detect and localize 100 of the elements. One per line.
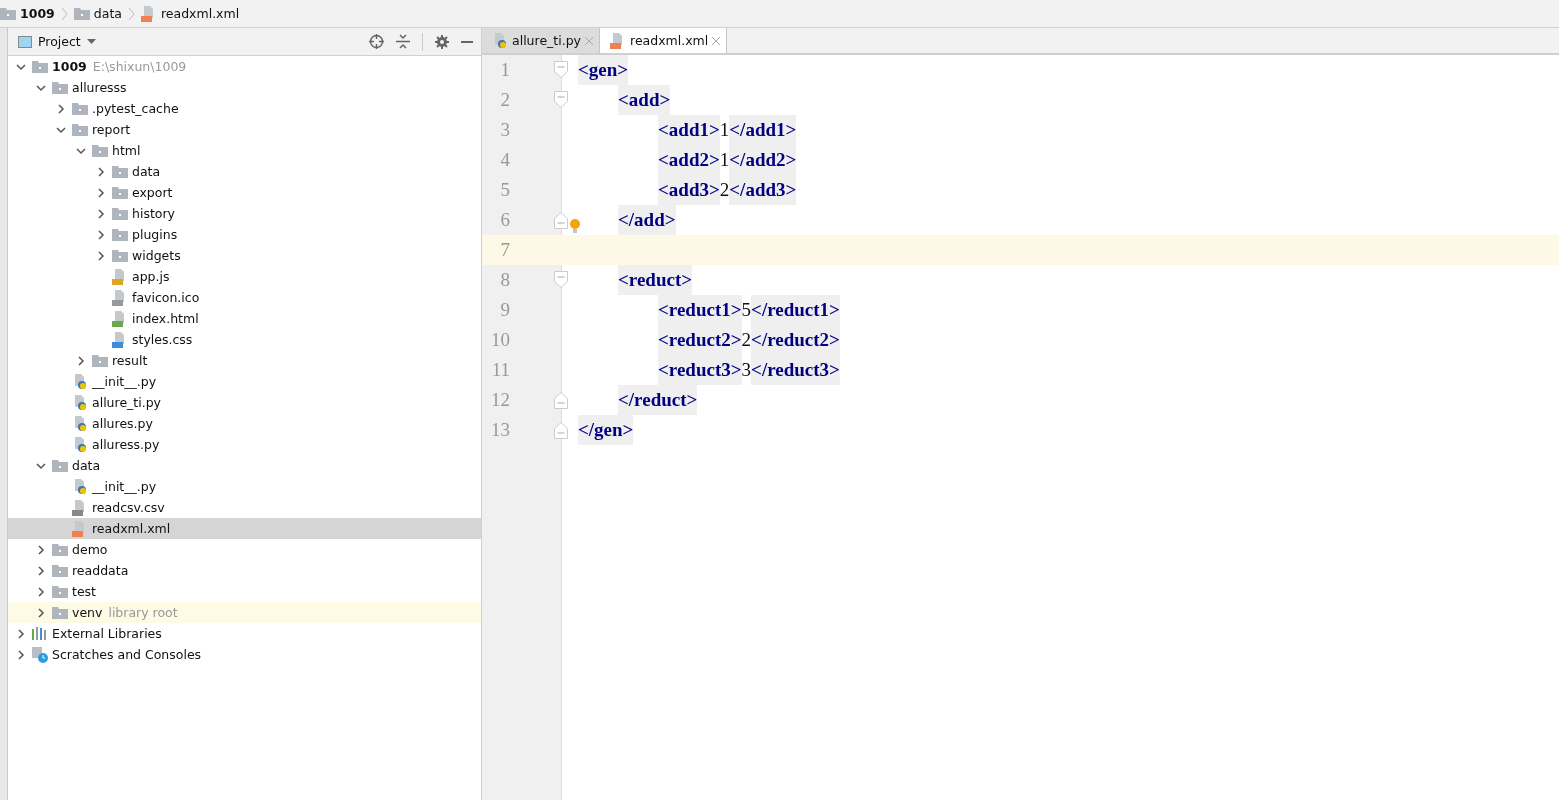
tree-item[interactable]: history (8, 203, 481, 224)
tree-item[interactable]: __init__.py (8, 476, 481, 497)
line-number: 1 (499, 59, 510, 81)
chevron-right-icon[interactable] (96, 166, 106, 177)
tree-item[interactable]: __init__.py (8, 371, 481, 392)
project-view-dropdown[interactable]: Project (18, 34, 96, 49)
chevron-right-icon[interactable] (96, 250, 106, 261)
line-number: 12 (490, 389, 510, 411)
folder-icon (112, 165, 128, 178)
chevron-right-icon[interactable] (96, 208, 106, 219)
xml-tag: </reduct> (618, 385, 698, 415)
folder-icon (72, 123, 88, 136)
tree-item[interactable]: data (8, 455, 481, 476)
chevron-right-icon[interactable] (36, 586, 46, 597)
tree-item[interactable]: widgets (8, 245, 481, 266)
tree-item[interactable]: readcsv.csv (8, 497, 481, 518)
chevron-down-icon[interactable] (76, 145, 86, 156)
chevron-icon (60, 6, 68, 21)
file-icon (72, 373, 88, 390)
chevron-right-icon[interactable] (36, 565, 46, 576)
tree-item[interactable]: styles.css (8, 329, 481, 350)
locate-icon[interactable] (369, 34, 384, 49)
xml-value: 1 (719, 148, 730, 172)
library-icon (32, 627, 48, 640)
folder-icon (52, 81, 68, 94)
xml-value: 2 (741, 328, 752, 352)
folder-icon (52, 585, 68, 598)
chevron-down-icon[interactable] (36, 82, 46, 93)
collapse-icon[interactable] (396, 34, 410, 49)
file-icon (72, 436, 88, 453)
folder-icon (112, 207, 128, 220)
chevron-right-icon[interactable] (56, 103, 66, 114)
tree-item[interactable]: app.js (8, 266, 481, 287)
tree-item[interactable]: demo (8, 539, 481, 560)
tree-item[interactable]: allures.py (8, 413, 481, 434)
folder-icon (52, 459, 68, 472)
xml-tag: </add2> (729, 145, 797, 175)
tree-item[interactable]: index.html (8, 308, 481, 329)
xml-tag: <add> (618, 85, 671, 115)
breadcrumb-item[interactable]: 1009 (0, 6, 55, 21)
chevron-icon (127, 6, 135, 21)
chevron-right-icon[interactable] (96, 187, 106, 198)
xml-value: 3 (741, 358, 752, 382)
tree-item[interactable]: test (8, 581, 481, 602)
tree-item[interactable]: export (8, 182, 481, 203)
window-icon (18, 35, 32, 48)
tree-item[interactable]: allure_ti.py (8, 392, 481, 413)
folder-icon (112, 249, 128, 262)
xml-tag: <add2> (658, 145, 720, 175)
settings-icon[interactable] (435, 34, 449, 49)
folder-icon (32, 60, 48, 73)
xml-tag: <add1> (658, 115, 720, 145)
tree-item[interactable]: result (8, 350, 481, 371)
tree-item[interactable]: External Libraries (8, 623, 481, 644)
scratches-icon (32, 646, 48, 663)
tree-item[interactable]: readdata (8, 560, 481, 581)
chevron-down-icon[interactable] (36, 460, 46, 471)
line-number: 8 (499, 269, 510, 291)
xml-value: 2 (719, 178, 730, 202)
editor-tab[interactable]: readxml.xml (600, 28, 728, 53)
editor-tab[interactable]: allure_ti.py (482, 28, 600, 53)
line-number: 2 (499, 89, 510, 111)
folder-icon (112, 228, 128, 241)
tree-item[interactable]: .pytest_cache (8, 98, 481, 119)
chevron-down-icon[interactable] (16, 61, 26, 72)
tree-item[interactable]: report (8, 119, 481, 140)
folder-icon (0, 7, 16, 20)
xml-tag: <reduct3> (658, 355, 742, 385)
line-number: 7 (499, 239, 510, 261)
breadcrumb-item[interactable]: readxml.xml (140, 5, 240, 22)
xml-tag: </reduct1> (751, 295, 840, 325)
line-number: 5 (499, 179, 510, 201)
xml-tag: </add3> (729, 175, 797, 205)
tree-item[interactable]: favicon.ico (8, 287, 481, 308)
chevron-right-icon[interactable] (36, 544, 46, 555)
folder-icon (52, 543, 68, 556)
chevron-right-icon[interactable] (36, 607, 46, 618)
chevron-down-icon[interactable] (56, 124, 66, 135)
tree-item[interactable]: Scratches and Consoles (8, 644, 481, 665)
chevron-right-icon[interactable] (16, 649, 26, 660)
chevron-right-icon[interactable] (96, 229, 106, 240)
tree-item[interactable]: data (8, 161, 481, 182)
file-icon (72, 415, 88, 432)
line-number: 10 (490, 329, 510, 351)
tree-item[interactable]: plugins (8, 224, 481, 245)
tree-item[interactable]: alluress.py (8, 434, 481, 455)
path-hint: E:\shixun\1009 (92, 59, 187, 74)
folder-icon (73, 7, 90, 20)
xml-tag: <gen> (578, 55, 629, 85)
tree-item[interactable]: alluresss (8, 77, 481, 98)
chevron-right-icon[interactable] (16, 628, 26, 639)
tree-item[interactable]: readxml.xml (8, 518, 481, 539)
chevron-right-icon[interactable] (76, 355, 86, 366)
breadcrumb-item[interactable]: data (73, 6, 122, 21)
tree-item[interactable]: venv library root (8, 602, 481, 623)
folder-icon (112, 186, 128, 199)
tree-item[interactable]: html (8, 140, 481, 161)
tree-item[interactable]: 1009 E:\shixun\1009 (8, 56, 481, 77)
xml-tag: </reduct2> (751, 325, 840, 355)
caret-icon[interactable] (86, 39, 96, 44)
